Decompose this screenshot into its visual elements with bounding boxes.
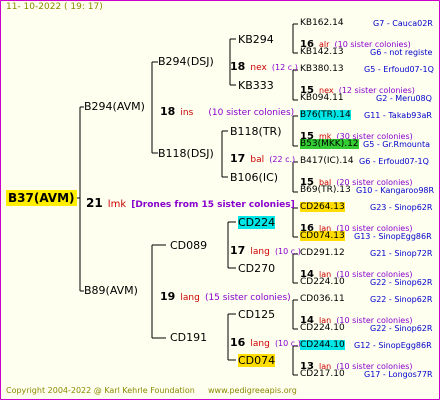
gen2-label: lang	[250, 247, 270, 257]
gen2-num: 17	[230, 152, 246, 165]
leaf-queen[interactable]: CD264.13	[300, 202, 345, 212]
gen2-sisters: (22 c.)	[269, 155, 296, 164]
gen1-label: lang	[180, 293, 200, 303]
root-drones: [Drones from 15 sister colonies]	[131, 200, 295, 210]
leaf-queen[interactable]: KB142.13	[300, 47, 344, 57]
gen2-queen[interactable]: CD089	[170, 239, 207, 252]
gen1-num: 18	[160, 105, 176, 118]
gen1-sisters: (10 sister colonies)	[208, 108, 295, 118]
gen2-label: nex	[250, 63, 267, 73]
gen3-queen[interactable]: B118(TR)	[230, 125, 282, 138]
gen3-queen[interactable]: CD125	[238, 308, 275, 321]
gen2-info: 17 lang (10 c.)	[230, 239, 301, 258]
gen3-queen[interactable]: CD074	[238, 354, 276, 367]
gen1-info: 19 lang (15 sister colonies)	[160, 285, 291, 304]
leaf-queen[interactable]: CD244.10	[300, 340, 345, 350]
gen2-label: bal	[250, 155, 265, 165]
leaf-info: G11 - Takab93aR	[364, 111, 432, 120]
leaf-info: G21 - Sinop72R	[370, 249, 433, 258]
gen2-num: 18	[230, 60, 246, 73]
leaf-info: G5 - Gr.Rmounta	[363, 140, 430, 149]
leaf-info: G23 - Sinop62R	[370, 203, 433, 212]
leaf-queen[interactable]: CD036.11	[300, 294, 345, 304]
gen2-info: 18 nex (12 c.)	[230, 55, 298, 74]
leaf-queen[interactable]: B76(TR).14	[300, 110, 351, 120]
copyright: Copyright 2004-2022 @ Karl Kehrle Founda…	[6, 386, 195, 395]
gen2-sisters: (12 c.)	[271, 63, 298, 72]
gen2-info: 16 lang (10 c.)	[230, 331, 301, 350]
leaf-queen[interactable]: B53(MKK).12	[300, 139, 359, 149]
leaf-info: G22 - Sinop62R	[370, 295, 433, 304]
gen2-num: 17	[230, 244, 246, 257]
root-label: lmk	[107, 199, 127, 210]
root-info: 21 lmk [Drones from 15 sister colonies]	[86, 192, 295, 211]
leaf-queen[interactable]: KB380.13	[300, 64, 344, 74]
leaf-info: G22 - Sinop62R	[370, 324, 433, 333]
leaf-queen[interactable]: CD217.10	[300, 369, 345, 379]
gen3-queen[interactable]: CD224	[238, 216, 276, 229]
gen2-label: lang	[250, 339, 270, 349]
gen3-queen[interactable]: KB333	[238, 79, 274, 92]
leaf-queen[interactable]: CD224.10	[300, 277, 345, 287]
leaf-queen[interactable]: CD291.12	[300, 248, 345, 258]
gen1-num: 19	[160, 290, 176, 303]
leaf-info: G12 - SinopEgg86R	[354, 341, 432, 350]
gen1-queen[interactable]: B294(AVM)	[84, 100, 145, 113]
leaf-queen[interactable]: KB094.11	[300, 93, 344, 103]
leaf-info: G22 - Sinop62R	[370, 278, 433, 287]
leaf-info: G5 - Erfoud07-1Q	[364, 65, 434, 74]
gen2-sisters: (10 c.)	[274, 339, 301, 348]
gen3-queen[interactable]: B106(IC)	[230, 171, 278, 184]
gen2-sisters: (10 c.)	[274, 247, 301, 256]
leaf-queen[interactable]: KB162.14	[300, 18, 344, 28]
gen2-queen[interactable]: B118(DSJ)	[158, 147, 214, 160]
gen1-label: ins	[180, 108, 194, 118]
leaf-info: G13 - SinopEgg86R	[354, 232, 432, 241]
gen3-queen[interactable]: KB294	[238, 33, 274, 46]
leaf-queen[interactable]: B417(IC).14	[300, 156, 354, 166]
leaf-info: G2 - Meru08Q	[376, 94, 432, 103]
gen2-num: 16	[230, 336, 246, 349]
leaf-info: G17 - Longos77R	[364, 370, 433, 379]
gen1-info: 18 ins (10 sister colonies)	[160, 100, 294, 119]
leaf-info: G7 - Cauca02R	[373, 19, 433, 28]
leaf-info: G6 - not registe	[370, 48, 433, 57]
root-num: 21	[86, 196, 103, 210]
gen2-info: 17 bal (22 c.)	[230, 147, 295, 166]
site-link[interactable]: www.pedigreeapis.org	[208, 386, 297, 395]
gen1-queen[interactable]: B89(AVM)	[84, 284, 138, 297]
print-date: 11- 10-2022 ( 19: 17)	[6, 2, 103, 12]
leaf-queen[interactable]: CD224.10	[300, 323, 345, 333]
gen3-queen[interactable]: CD270	[238, 262, 275, 275]
leaf-info: G10 - Kangaroo98R	[356, 186, 435, 195]
leaf-queen[interactable]: B69(TR).13	[300, 185, 351, 195]
gen2-queen[interactable]: CD191	[170, 331, 207, 344]
leaf-info: G6 - Erfoud07-1Q	[359, 157, 429, 166]
root-queen[interactable]: B37(AVM)	[6, 190, 77, 206]
gen2-queen[interactable]: B294(DSJ)	[158, 55, 214, 68]
leaf-queen[interactable]: CD074.13	[300, 231, 345, 241]
gen1-sisters: (15 sister colonies)	[204, 293, 291, 303]
